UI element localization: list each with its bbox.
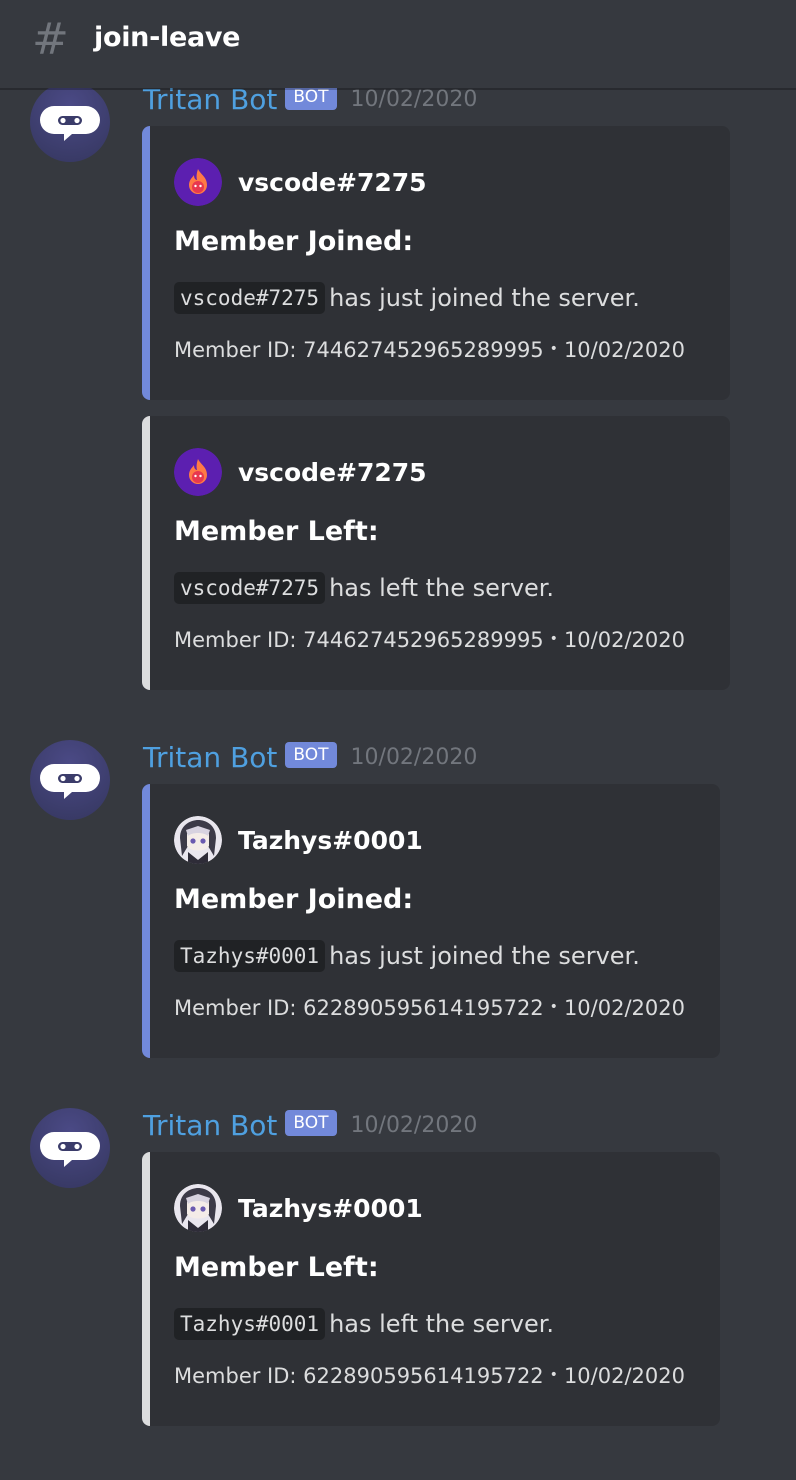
embed-author-name[interactable]: Tazhys#0001 (238, 1194, 423, 1223)
anime-avatar-icon (174, 1184, 222, 1232)
embed-author: Tazhys#0001 (174, 1184, 423, 1232)
footer-date: 10/02/2020 (563, 996, 685, 1020)
footer-separator: • (549, 631, 558, 647)
bot-avatar[interactable] (30, 740, 110, 820)
timestamp[interactable]: 10/02/2020 (351, 1108, 478, 1144)
embed-color-bar (142, 126, 150, 400)
embed-footer: Member ID: 744627452965289995 • 10/02/2020 (174, 628, 685, 652)
embed-footer: Member ID: 744627452965289995 • 10/02/2020 (174, 338, 685, 362)
embed-color-bar (142, 416, 150, 690)
embed-description: vscode#7275 has left the server. (174, 572, 554, 604)
member-id: Member ID: 744627452965289995 (174, 628, 544, 652)
description-text: has just joined the server. (329, 942, 640, 970)
embed-author: vscode#7275 (174, 448, 427, 496)
footer-date: 10/02/2020 (563, 1364, 685, 1388)
timestamp[interactable]: 10/02/2020 (351, 740, 478, 776)
bot-tag: BOT (285, 1110, 337, 1136)
embed-description: vscode#7275 has just joined the server. (174, 282, 640, 314)
inline-code: vscode#7275 (174, 572, 326, 604)
embed-title: Member Joined: (174, 884, 414, 915)
description-text: has left the server. (329, 574, 555, 602)
footer-date: 10/02/2020 (563, 628, 685, 652)
bot-avatar[interactable] (30, 82, 110, 162)
footer-separator: • (549, 999, 558, 1015)
embed-author-name[interactable]: Tazhys#0001 (238, 826, 423, 855)
embed: Tazhys#0001 Member Left: Tazhys#0001 has … (142, 1152, 720, 1426)
inline-code: vscode#7275 (174, 282, 326, 314)
embed-color-bar (142, 1152, 150, 1426)
embed-footer: Member ID: 622890595614195722 • 10/02/2020 (174, 1364, 685, 1388)
member-id: Member ID: 622890595614195722 (174, 1364, 544, 1388)
footer-separator: • (549, 341, 558, 357)
message-list: Tritan Bot BOT 10/02/2020 vscode#7275 Memb… (0, 0, 796, 1480)
description-text: has just joined the server. (329, 284, 640, 312)
channel-name: join-leave (94, 22, 241, 53)
embed-description: Tazhys#0001 has left the server. (174, 1308, 554, 1340)
footer-date: 10/02/2020 (563, 338, 685, 362)
embed-author-name[interactable]: vscode#7275 (238, 168, 427, 197)
embed-author-name[interactable]: vscode#7275 (238, 458, 427, 487)
fire-avatar-icon (174, 158, 222, 206)
robot-icon (40, 764, 100, 799)
embed-description: Tazhys#0001 has just joined the server. (174, 940, 640, 972)
embed: vscode#7275 Member Left: vscode#7275 has … (142, 416, 730, 690)
inline-code: Tazhys#0001 (174, 940, 326, 972)
hash-icon: # (32, 14, 69, 65)
footer-separator: • (549, 1367, 558, 1383)
embed-author: vscode#7275 (174, 158, 427, 206)
robot-icon (40, 1132, 100, 1167)
embed-author: Tazhys#0001 (174, 816, 423, 864)
anime-avatar-icon (174, 816, 222, 864)
member-id: Member ID: 744627452965289995 (174, 338, 544, 362)
embed-color-bar (142, 784, 150, 1058)
member-id: Member ID: 622890595614195722 (174, 996, 544, 1020)
embed-footer: Member ID: 622890595614195722 • 10/02/2020 (174, 996, 685, 1020)
embed-title: Member Joined: (174, 226, 414, 257)
username[interactable]: Tritan Bot (143, 740, 277, 776)
message-header: Tritan Bot BOT 10/02/2020 (143, 1108, 477, 1144)
description-text: has left the server. (329, 1310, 555, 1338)
embed: vscode#7275 Member Joined: vscode#7275 ha… (142, 126, 730, 400)
channel-header: # join-leave (0, 0, 796, 88)
bot-avatar[interactable] (30, 1108, 110, 1188)
embed: Tazhys#0001 Member Joined: Tazhys#0001 ha… (142, 784, 720, 1058)
embed-title: Member Left: (174, 1252, 379, 1283)
username[interactable]: Tritan Bot (143, 1108, 277, 1144)
message-header: Tritan Bot BOT 10/02/2020 (143, 740, 477, 776)
robot-icon (40, 106, 100, 141)
embed-title: Member Left: (174, 516, 379, 547)
inline-code: Tazhys#0001 (174, 1308, 326, 1340)
bot-tag: BOT (285, 742, 337, 768)
fire-avatar-icon (174, 448, 222, 496)
